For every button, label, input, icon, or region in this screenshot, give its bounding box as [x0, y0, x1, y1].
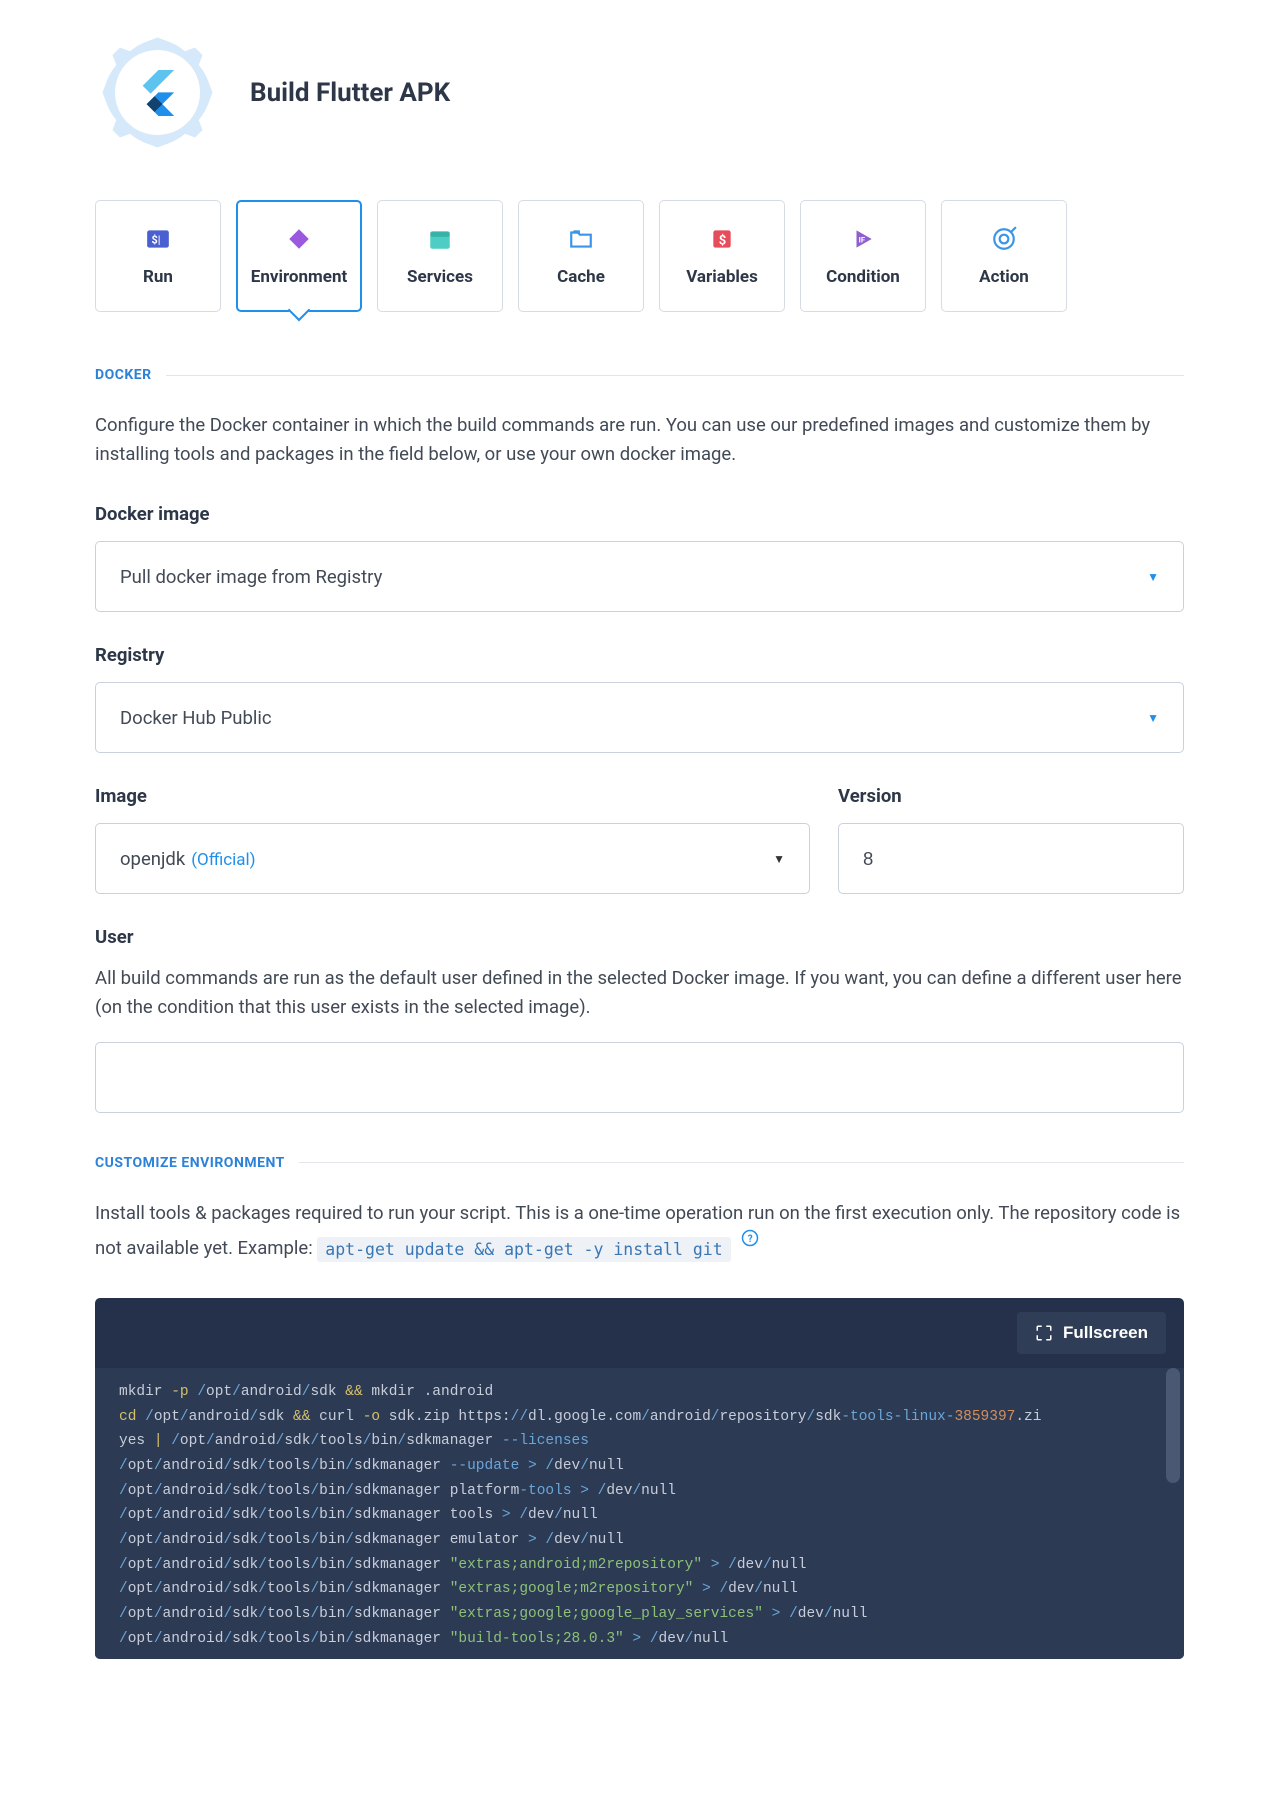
tab-label: Cache [557, 267, 605, 287]
tabs: $| Run Environment Services Cache $ Vari… [95, 200, 1184, 312]
chevron-down-icon: ▼ [1147, 711, 1159, 725]
docker-image-label: Docker image [95, 503, 1184, 525]
tab-run[interactable]: $| Run [95, 200, 221, 312]
chevron-down-icon: ▼ [773, 852, 785, 866]
registry-label: Registry [95, 644, 1184, 666]
example-code: apt-get update && apt-get -y install git [317, 1237, 730, 1262]
box-icon [426, 225, 454, 253]
folder-icon [567, 225, 595, 253]
svg-text:?: ? [748, 1234, 753, 1245]
image-select[interactable]: openjdk(Official) ▼ [95, 823, 810, 894]
tab-label: Action [979, 267, 1029, 287]
dollar-icon: $ [708, 225, 736, 253]
svg-text:IF: IF [859, 235, 865, 244]
section-custom: CUSTOMIZE ENVIRONMENT [95, 1155, 285, 1171]
page-title: Build Flutter APK [250, 78, 450, 108]
target-icon [990, 225, 1018, 253]
app-icon [95, 30, 220, 155]
svg-text:$|: $| [152, 233, 161, 246]
user-input[interactable] [95, 1042, 1184, 1113]
section-docker: DOCKER [95, 367, 152, 383]
fullscreen-button[interactable]: Fullscreen [1017, 1312, 1166, 1354]
divider [166, 375, 1184, 376]
svg-text:$: $ [719, 233, 726, 248]
terminal-icon: $| [144, 225, 172, 253]
tab-label: Condition [826, 267, 900, 287]
fullscreen-icon [1035, 1324, 1053, 1342]
user-label: User [95, 926, 1184, 948]
tab-variables[interactable]: $ Variables [659, 200, 785, 312]
play-icon: IF [849, 225, 877, 253]
registry-select[interactable]: Docker Hub Public ▼ [95, 682, 1184, 753]
tab-action[interactable]: Action [941, 200, 1067, 312]
custom-desc: Install tools & packages required to run… [95, 1199, 1184, 1264]
select-value: Pull docker image from Registry [120, 566, 382, 588]
select-value: openjdk(Official) [120, 848, 256, 870]
divider [299, 1162, 1184, 1163]
tab-cache[interactable]: Cache [518, 200, 644, 312]
image-label: Image [95, 785, 810, 807]
diamond-icon [285, 225, 313, 253]
tab-label: Variables [686, 267, 758, 287]
docker-image-select[interactable]: Pull docker image from Registry ▼ [95, 541, 1184, 612]
tab-services[interactable]: Services [377, 200, 503, 312]
help-icon[interactable]: ? [741, 1227, 759, 1256]
version-label: Version [838, 785, 1184, 807]
tab-environment[interactable]: Environment [236, 200, 362, 312]
scrollbar[interactable] [1166, 1368, 1180, 1653]
chevron-down-icon: ▼ [1147, 570, 1159, 584]
tab-label: Environment [251, 267, 347, 287]
code-body[interactable]: mkdir -p /opt/android/sdk && mkdir .andr… [95, 1368, 1184, 1659]
version-input[interactable] [838, 823, 1184, 894]
select-value: Docker Hub Public [120, 707, 272, 729]
code-editor[interactable]: Fullscreen mkdir -p /opt/android/sdk && … [95, 1298, 1184, 1659]
tab-condition[interactable]: IF Condition [800, 200, 926, 312]
tab-label: Run [143, 267, 173, 287]
docker-desc: Configure the Docker container in which … [95, 411, 1184, 468]
user-desc: All build commands are run as the defaul… [95, 964, 1184, 1021]
tab-label: Services [407, 267, 473, 287]
